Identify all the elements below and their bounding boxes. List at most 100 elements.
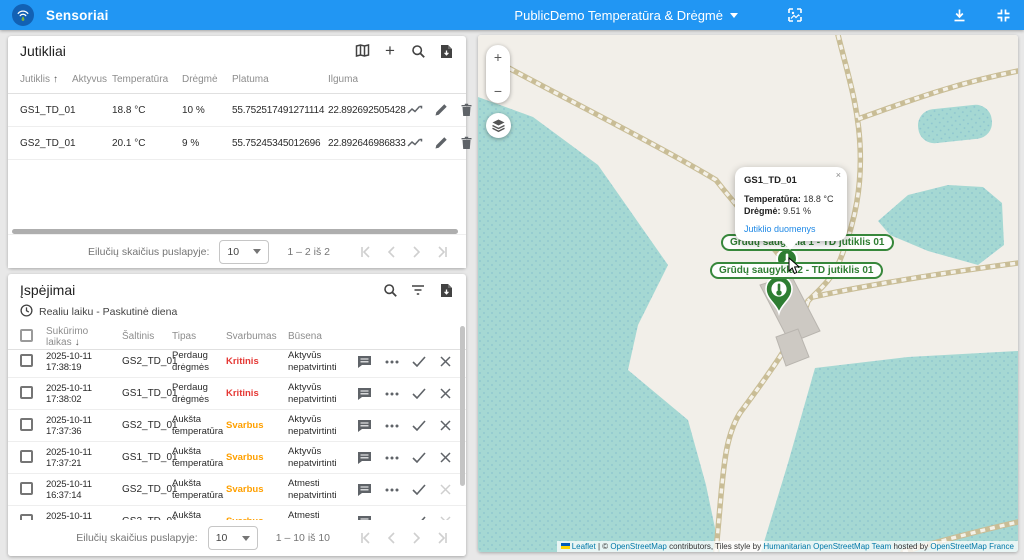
- col-created[interactable]: Sukūrimo laikas↓: [46, 326, 122, 348]
- acknowledge-icon[interactable]: [410, 417, 427, 434]
- last-page-button[interactable]: [430, 528, 456, 548]
- sensor-row: GS1_TD_01 18.8 °C 10 % 55.75251749127111…: [8, 94, 466, 127]
- alert-severity: Svarbus: [226, 484, 288, 495]
- osm-france-link[interactable]: OpenStreetMap France: [930, 542, 1014, 551]
- first-page-button[interactable]: [352, 528, 378, 548]
- more-options-icon[interactable]: [383, 417, 400, 434]
- row-checkbox[interactable]: [20, 450, 33, 463]
- col-type[interactable]: Tipas: [172, 331, 226, 342]
- acknowledge-icon[interactable]: [410, 385, 427, 402]
- export-file-icon[interactable]: [436, 42, 456, 60]
- sensor-humidity: 9 %: [182, 138, 232, 149]
- row-checkbox[interactable]: [20, 418, 33, 431]
- download-icon[interactable]: [950, 6, 968, 24]
- chart-icon[interactable]: [406, 102, 423, 119]
- prev-page-button[interactable]: [378, 242, 404, 262]
- col-severity[interactable]: Svarbumas: [226, 331, 288, 342]
- delete-icon[interactable]: [458, 102, 475, 119]
- project-selector[interactable]: PublicDemo Temperatūra & Drėgmė: [514, 8, 738, 23]
- alert-time: 2025-10-11 17:38:02: [46, 383, 122, 405]
- comment-icon[interactable]: [356, 449, 373, 466]
- osm-link[interactable]: OpenStreetMap: [610, 542, 666, 551]
- alert-type: Perdaug drėgmės: [172, 350, 226, 373]
- acknowledge-icon[interactable]: [410, 353, 427, 370]
- sensors-pagination: Eilučių skaičius puslapyje: 10 1 – 2 iš …: [8, 234, 466, 268]
- alert-severity: Svarbus: [226, 420, 288, 431]
- col-active[interactable]: Aktyvus: [72, 74, 112, 85]
- edit-icon[interactable]: [432, 135, 449, 152]
- next-page-button[interactable]: [404, 528, 430, 548]
- alert-status: Atmesti nepatvirtinti: [288, 478, 356, 501]
- map-toggle-icon[interactable]: [352, 42, 372, 60]
- alert-severity: Kritinis: [226, 356, 288, 367]
- search-icon[interactable]: [380, 281, 400, 299]
- comment-icon[interactable]: [356, 385, 373, 402]
- prev-page-button[interactable]: [378, 528, 404, 548]
- vertical-scrollbar[interactable]: [460, 326, 465, 486]
- wallpaper-icon[interactable]: [786, 6, 804, 24]
- export-file-icon[interactable]: [436, 281, 456, 299]
- dismiss-icon[interactable]: [437, 417, 454, 434]
- first-page-button[interactable]: [352, 242, 378, 262]
- last-page-button[interactable]: [430, 242, 456, 262]
- chevron-down-icon: [730, 13, 738, 18]
- dismiss-icon[interactable]: [437, 385, 454, 402]
- sensor-name: GS2_TD_01: [20, 138, 72, 149]
- alert-time: 2025-10-11 17:38:19: [46, 351, 122, 373]
- comment-icon[interactable]: [356, 417, 373, 434]
- col-status[interactable]: Būsena: [288, 331, 356, 342]
- next-page-button[interactable]: [404, 242, 430, 262]
- row-checkbox[interactable]: [20, 354, 33, 367]
- alert-time: 2025-10-11 16:37:14: [46, 479, 122, 501]
- col-longitude[interactable]: Ilguma: [328, 74, 406, 85]
- popup-close-icon[interactable]: ×: [836, 170, 841, 180]
- alert-type: Aukšta temperatūra: [172, 446, 226, 469]
- more-options-icon[interactable]: [383, 449, 400, 466]
- more-options-icon[interactable]: [383, 385, 400, 402]
- comment-icon[interactable]: [356, 353, 373, 370]
- leaflet-map[interactable]: Grūdų saugykla 1 - TD jutiklis 01 Grūdų …: [478, 35, 1018, 552]
- col-sensor[interactable]: Jutiklis↑: [20, 74, 72, 85]
- alert-row: 2025-10-11 16:37:14 GS2_TD_01 Aukšta tem…: [8, 474, 466, 506]
- more-options-icon[interactable]: [383, 481, 400, 498]
- page-size-select[interactable]: 10: [208, 526, 258, 550]
- select-all-checkbox[interactable]: [20, 329, 33, 342]
- rows-per-page-label: Eilučių skaičius puslapyje:: [76, 532, 197, 544]
- sensor-longitude: 22.892692505428: [328, 105, 406, 116]
- col-humidity[interactable]: Drėgmė: [182, 74, 232, 85]
- zoom-in-button[interactable]: +: [494, 50, 502, 64]
- search-icon[interactable]: [408, 42, 428, 60]
- edit-icon[interactable]: [432, 102, 449, 119]
- page-size-select[interactable]: 10: [219, 240, 269, 264]
- add-sensor-button[interactable]: +: [380, 41, 400, 59]
- hot-link[interactable]: Humanitarian OpenStreetMap Team: [763, 542, 891, 551]
- dismiss-icon[interactable]: [437, 353, 454, 370]
- map-popup: × GS1_TD_01 Temperatūra: 18.8 °C Drėgmė:…: [735, 167, 847, 241]
- leaflet-link[interactable]: Leaflet: [572, 542, 596, 551]
- zoom-out-button[interactable]: −: [494, 84, 502, 98]
- filter-icon[interactable]: [408, 281, 428, 299]
- col-source[interactable]: Šaltinis: [122, 331, 172, 342]
- acknowledge-icon[interactable]: [410, 449, 427, 466]
- sensor-data-link[interactable]: Jutiklio duomenys: [744, 224, 816, 234]
- comment-icon[interactable]: [356, 481, 373, 498]
- popup-title: GS1_TD_01: [744, 175, 838, 186]
- row-checkbox[interactable]: [20, 482, 33, 495]
- popup-humidity: 9.51 %: [783, 206, 811, 216]
- chevron-down-icon: [242, 536, 250, 541]
- map-attribution: Leaflet | © OpenStreetMap contributors, …: [557, 541, 1018, 552]
- more-options-icon[interactable]: [383, 353, 400, 370]
- sort-asc-icon: ↑: [53, 74, 58, 85]
- col-temperature[interactable]: Temperatūra: [112, 74, 182, 85]
- alert-status: Aktyvūs nepatvirtinti: [288, 446, 356, 469]
- col-latitude[interactable]: Platuma: [232, 74, 328, 85]
- chart-icon[interactable]: [406, 135, 423, 152]
- alert-source: GS1_TD_01: [122, 388, 172, 399]
- delete-icon[interactable]: [458, 135, 475, 152]
- acknowledge-icon[interactable]: [410, 481, 427, 498]
- fullscreen-exit-icon[interactable]: [994, 6, 1012, 24]
- sensor-name: GS1_TD_01: [20, 105, 72, 116]
- layers-button[interactable]: [486, 113, 511, 138]
- row-checkbox[interactable]: [20, 386, 33, 399]
- dismiss-icon[interactable]: [437, 449, 454, 466]
